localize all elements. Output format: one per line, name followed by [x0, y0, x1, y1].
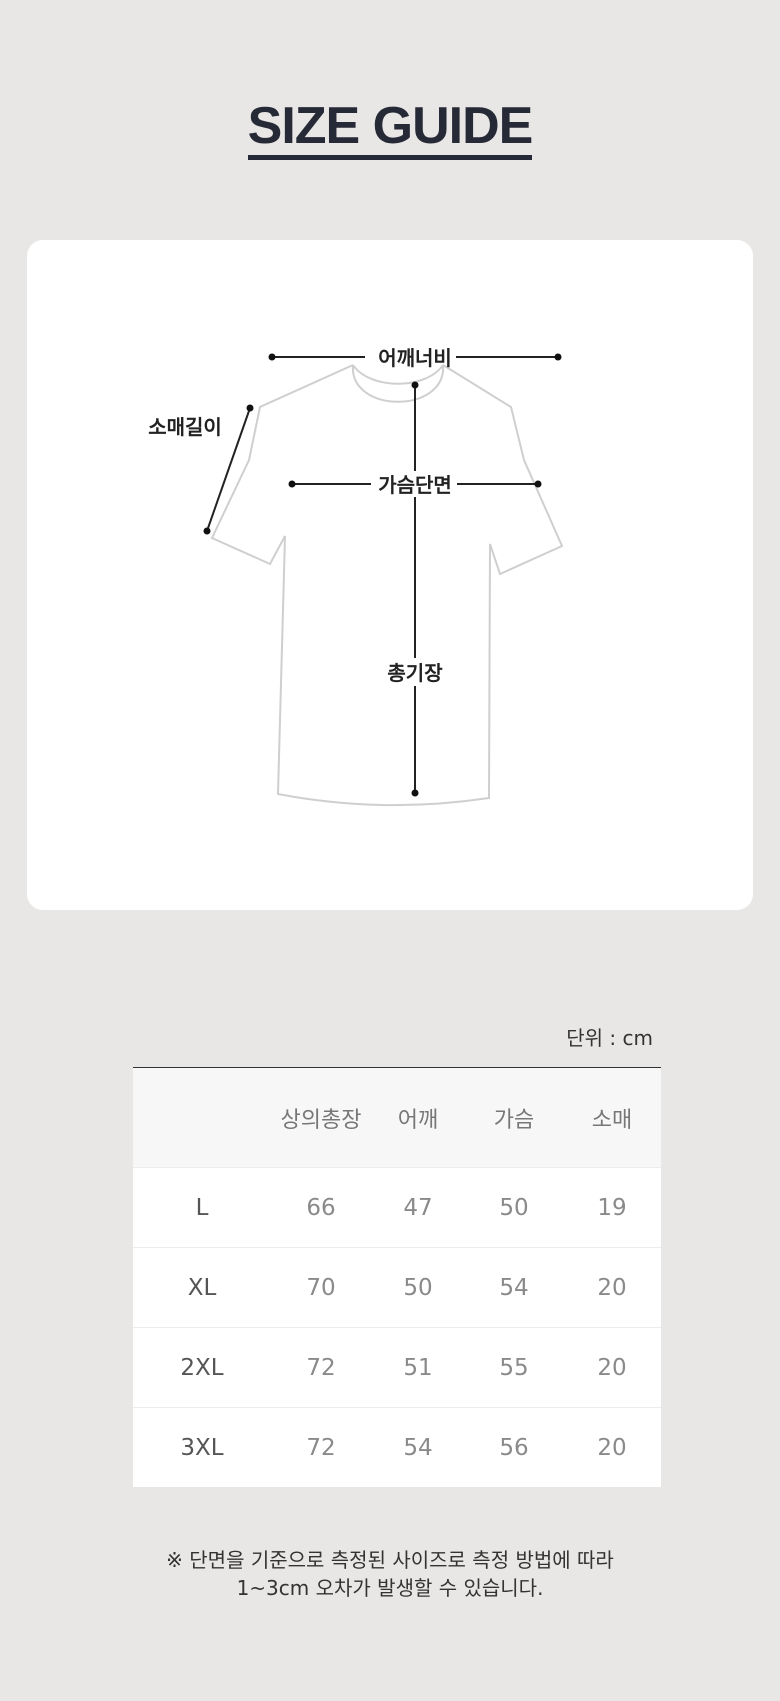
- shoulder-cell: 50: [371, 1247, 465, 1328]
- length-bottom-dot: [411, 789, 419, 797]
- length-top-dot: [411, 381, 419, 389]
- sleeve-cell: 19: [563, 1167, 661, 1248]
- table-row: 3XL 72 54 56 20: [133, 1407, 661, 1487]
- size-cell: L: [133, 1167, 271, 1248]
- shoulder-right-dot: [554, 353, 562, 361]
- shoulder-cell: 47: [371, 1167, 465, 1248]
- table-row: 2XL 72 51 55 20: [133, 1327, 661, 1408]
- note-line-1: ※ 단면을 기준으로 측정된 사이즈로 측정 방법에 따라: [166, 1548, 614, 1572]
- sleeve-bottom-dot: [203, 527, 211, 535]
- table-row: XL 70 50 54 20: [133, 1247, 661, 1328]
- sleeve-cell: 20: [563, 1407, 661, 1487]
- size-cell: 2XL: [133, 1327, 271, 1408]
- shoulder-label: 어깨너비: [378, 346, 452, 370]
- shoulder-cell: 54: [371, 1407, 465, 1487]
- size-cell: 3XL: [133, 1407, 271, 1487]
- table-header-row: 상의총장 어깨 가슴 소매: [133, 1067, 661, 1168]
- header-size: [133, 1067, 271, 1168]
- measurement-note: ※ 단면을 기준으로 측정된 사이즈로 측정 방법에 따라 1~3cm 오차가 …: [0, 1546, 780, 1602]
- chest-right-dot: [534, 480, 542, 488]
- chest-cell: 56: [465, 1407, 563, 1487]
- header-shoulder: 어깨: [371, 1067, 465, 1168]
- tshirt-diagram: 어깨너비 소매길이 가슴단면 총기장: [148, 346, 564, 807]
- chest-cell: 50: [465, 1167, 563, 1248]
- chest-cell: 54: [465, 1247, 563, 1328]
- chest-left-dot: [288, 480, 296, 488]
- unit-label: 단위 : cm: [566, 1026, 653, 1050]
- sleeve-cell: 20: [563, 1247, 661, 1328]
- tshirt-outline: [210, 364, 564, 807]
- sleeve-cell: 20: [563, 1327, 661, 1408]
- sleeve-top-dot: [246, 404, 254, 412]
- header-chest: 가슴: [465, 1067, 563, 1168]
- shoulder-measure: 어깨너비: [268, 346, 562, 370]
- chest-label: 가슴단면: [378, 473, 452, 497]
- note-line-2: 1~3cm 오차가 발생할 수 있습니다.: [236, 1576, 544, 1600]
- sleeve-label: 소매길이: [148, 415, 222, 439]
- page-title-text: SIZE GUIDE: [247, 97, 533, 160]
- shoulder-left-dot: [268, 353, 276, 361]
- tshirt-diagram-card: 어깨너비 소매길이 가슴단면 총기장: [27, 240, 753, 910]
- length-label: 총기장: [387, 661, 443, 685]
- sleeve-measure: 소매길이: [148, 404, 254, 535]
- size-table: 상의총장 어깨 가슴 소매 L 66 47 50 19 XL 70 50 54 …: [133, 1067, 661, 1487]
- length-cell: 66: [271, 1167, 371, 1248]
- shoulder-cell: 51: [371, 1327, 465, 1408]
- length-cell: 72: [271, 1407, 371, 1487]
- page-title: SIZE GUIDE: [0, 96, 780, 160]
- size-cell: XL: [133, 1247, 271, 1328]
- chest-cell: 55: [465, 1327, 563, 1408]
- chest-measure: 가슴단면: [288, 473, 542, 497]
- header-length: 상의총장: [271, 1067, 371, 1168]
- table-row: L 66 47 50 19: [133, 1167, 661, 1248]
- length-cell: 70: [271, 1247, 371, 1328]
- length-measure: 총기장: [387, 381, 443, 797]
- header-sleeve: 소매: [563, 1067, 661, 1168]
- length-cell: 72: [271, 1327, 371, 1408]
